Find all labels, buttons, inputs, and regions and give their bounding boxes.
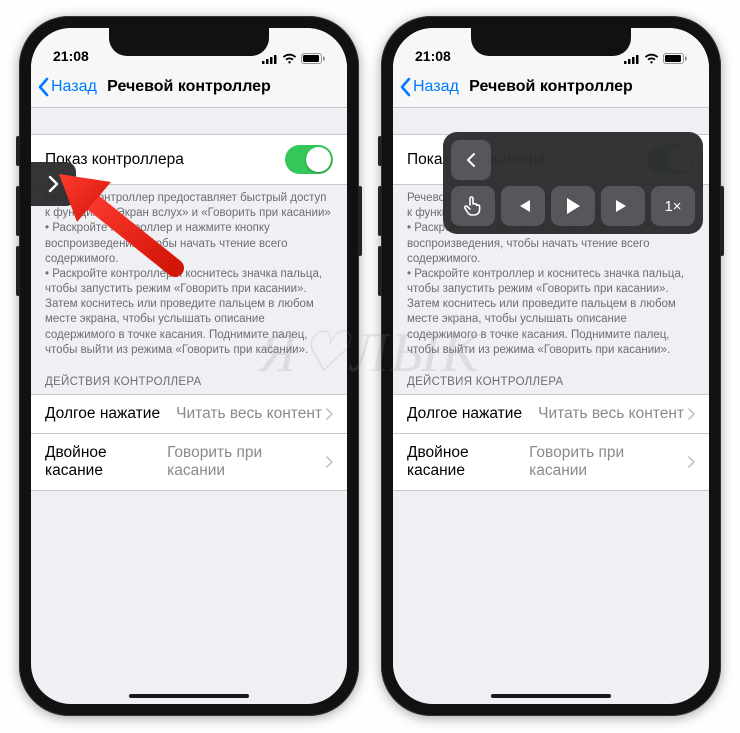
long-press-value: Читать весь контент — [176, 405, 322, 423]
chevron-right-icon — [688, 456, 695, 468]
panel-collapse-button[interactable] — [451, 140, 491, 180]
signal-icon — [624, 54, 640, 64]
chevron-left-icon — [466, 152, 476, 168]
speech-controller-panel[interactable]: 1× — [443, 132, 703, 234]
speech-controller-collapsed[interactable] — [31, 162, 76, 206]
screen: 21:08 Назад Речевой контроллер Показ кон… — [393, 28, 709, 704]
skip-back-icon — [514, 198, 532, 214]
section-header: ДЕЙСТВИЯ КОНТРОЛЛЕРА — [393, 358, 709, 394]
notch — [471, 28, 631, 56]
phone-mockup-left: 21:08 Назад Речевой контроллер Показ кон… — [19, 16, 359, 716]
panel-rate-label: 1× — [664, 198, 681, 215]
show-controller-toggle[interactable] — [285, 145, 333, 174]
actions-list: Долгое нажатие Читать весь контент Двойн… — [31, 394, 347, 491]
long-press-value: Читать весь контент — [538, 405, 684, 423]
long-press-row[interactable]: Долгое нажатие Читать весь контент — [393, 394, 709, 433]
back-button[interactable]: Назад — [31, 77, 97, 97]
long-press-label: Долгое нажатие — [407, 405, 522, 423]
double-tap-row[interactable]: Двойное касание Говорить при касании — [393, 433, 709, 491]
battery-icon — [301, 53, 325, 64]
back-button[interactable]: Назад — [393, 77, 459, 97]
panel-next-button[interactable] — [601, 186, 645, 226]
status-time: 21:08 — [415, 48, 451, 64]
status-icons — [262, 53, 325, 64]
chevron-right-icon — [47, 175, 59, 193]
panel-rate-button[interactable]: 1× — [651, 186, 695, 226]
hand-point-icon — [463, 195, 483, 217]
chevron-left-icon — [399, 77, 411, 97]
long-press-label: Долгое нажатие — [45, 405, 160, 423]
home-indicator[interactable] — [491, 694, 611, 698]
actions-list: Долгое нажатие Читать весь контент Двойн… — [393, 394, 709, 491]
skip-forward-icon — [614, 198, 632, 214]
play-icon — [565, 197, 581, 215]
content: Показ контроллера Речевой контроллер пре… — [31, 108, 347, 491]
chevron-left-icon — [37, 77, 49, 97]
navigation-bar: Назад Речевой контроллер — [31, 66, 347, 108]
double-tap-value: Говорить при касании — [529, 444, 684, 480]
navigation-bar: Назад Речевой контроллер — [393, 66, 709, 108]
wifi-icon — [282, 53, 297, 64]
notch — [109, 28, 269, 56]
double-tap-label: Двойное касание — [407, 444, 529, 480]
panel-prev-button[interactable] — [501, 186, 545, 226]
screen: 21:08 Назад Речевой контроллер Показ кон… — [31, 28, 347, 704]
double-tap-row[interactable]: Двойное касание Говорить при касании — [31, 433, 347, 491]
section-header: ДЕЙСТВИЯ КОНТРОЛЛЕРА — [31, 358, 347, 394]
chevron-right-icon — [326, 456, 333, 468]
status-time: 21:08 — [53, 48, 89, 64]
back-label: Назад — [413, 78, 459, 96]
chevron-right-icon — [688, 408, 695, 420]
back-label: Назад — [51, 78, 97, 96]
panel-play-button[interactable] — [551, 186, 595, 226]
double-tap-label: Двойное касание — [45, 444, 167, 480]
phone-mockup-right: 21:08 Назад Речевой контроллер Показ кон… — [381, 16, 721, 716]
wifi-icon — [644, 53, 659, 64]
signal-icon — [262, 54, 278, 64]
battery-icon — [663, 53, 687, 64]
status-icons — [624, 53, 687, 64]
double-tap-value: Говорить при касании — [167, 444, 322, 480]
long-press-row[interactable]: Долгое нажатие Читать весь контент — [31, 394, 347, 433]
panel-finger-button[interactable] — [451, 186, 495, 226]
footer-text: Речевой контроллер предоставляет быстрый… — [31, 185, 347, 358]
show-controller-row[interactable]: Показ контроллера — [31, 134, 347, 185]
home-indicator[interactable] — [129, 694, 249, 698]
chevron-right-icon — [326, 408, 333, 420]
